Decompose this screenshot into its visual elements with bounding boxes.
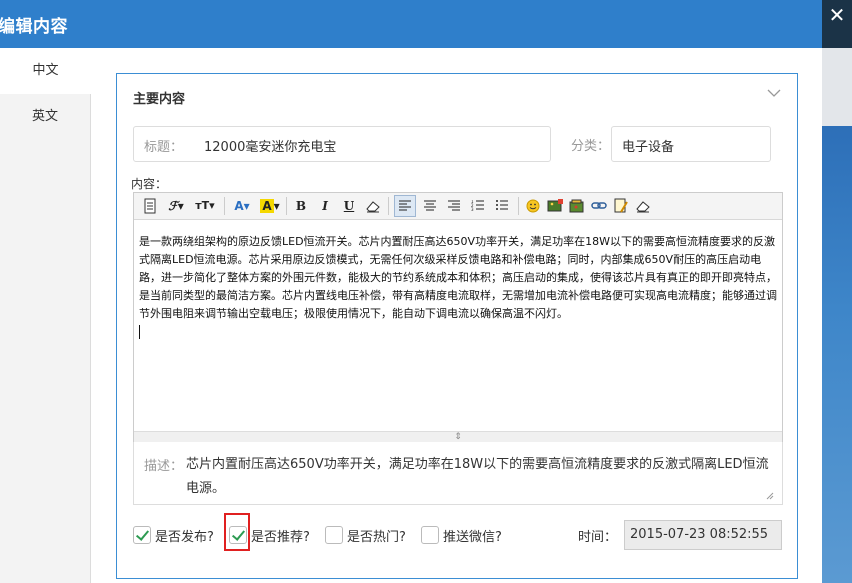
time-input[interactable]: 2015-07-23 08:52:55 [624,520,782,550]
card-title: 主要内容 [133,92,186,107]
editor-body-text: 是一款两绕组架构的原边反馈LED恒流开关。芯片内置耐压高达650V功率开关，满足… [139,235,777,320]
language-sidebar: 中文 英文 [0,48,91,583]
title-field-label: 标题： [144,140,184,155]
italic-icon[interactable]: I [316,196,334,216]
category-input[interactable]: 电子设备 [611,126,771,162]
title-field[interactable]: 标题： 12000毫安迷你充电宝 [133,126,551,162]
content-label: 内容： [131,177,168,191]
description-field[interactable]: 描述： 芯片内置耐压高达650V功率开关，满足功率在18W以下的需要高恒流精度要… [133,442,783,505]
editor-content[interactable]: 是一款两绕组架构的原边反馈LED恒流开关。芯片内置耐压高达650V功率开关，满足… [139,233,779,339]
font-family-icon[interactable]: ℱ▾ [164,196,188,216]
align-left-icon[interactable] [394,195,416,217]
multi-image-icon[interactable] [568,196,586,216]
resize-grip-icon[interactable] [766,492,774,500]
clear-format-icon[interactable] [634,196,652,216]
title-input[interactable]: 12000毫安迷你充电宝 [204,136,336,155]
description-label: 描述： [144,459,184,474]
dialog-title: 编辑内容 [0,17,68,37]
publish-checkbox[interactable] [133,526,151,544]
time-value: 2015-07-23 08:52:55 [630,527,769,542]
tab-english[interactable]: 英文 [0,94,90,140]
chevron-down-icon[interactable] [767,86,781,100]
toolbar-separator [388,197,389,215]
image-icon[interactable] [546,196,564,216]
category-value: 电子设备 [622,140,675,155]
hot-label: 是否热门? [347,530,406,545]
toolbar-separator [224,197,225,215]
description-value[interactable]: 芯片内置耐压高达650V功率开关，满足功率在18W以下的需要高恒流精度要求的反激… [186,453,772,501]
wechat-label: 推送微信? [443,530,502,545]
pagebreak-icon[interactable] [612,196,630,216]
align-right-icon[interactable] [444,196,464,216]
check-icon [135,527,150,541]
text-caret [139,325,140,339]
recommend-label: 是否推荐? [251,530,310,545]
editor-toolbar: ℱ▾ тT▾ A▾ A ▾ B I U 123 [134,193,782,220]
bold-icon[interactable]: B [292,196,310,216]
toolbar-separator [286,197,287,215]
ordered-list-icon[interactable]: 123 [468,196,488,216]
unordered-list-icon[interactable] [492,196,512,216]
dialog-header: 编辑内容 [0,0,822,48]
background-color-icon[interactable]: A ▾ [258,196,282,216]
align-center-icon[interactable] [420,196,440,216]
recommend-checkbox[interactable] [229,526,247,544]
background-image [822,126,852,583]
link-icon[interactable] [590,196,608,216]
hot-checkbox[interactable] [325,526,343,544]
background-page-strip [822,0,852,583]
main-content-card: 主要内容 标题： 12000毫安迷你充电宝 分类： 电子设备 内容： ℱ▾ тT… [116,73,798,579]
tab-chinese[interactable]: 中文 [0,48,91,94]
publish-label: 是否发布? [155,530,214,545]
font-color-icon[interactable]: A▾ [230,196,254,216]
time-label: 时间： [578,530,618,545]
eraser-icon[interactable] [364,196,382,216]
close-button[interactable]: ✕ [826,4,848,26]
svg-text:3: 3 [471,207,474,212]
font-size-icon[interactable]: тT▾ [192,196,218,216]
check-icon [231,527,246,541]
rich-text-editor[interactable]: ℱ▾ тT▾ A▾ A ▾ B I U 123 是一款两绕组架构的原边反馈LED… [133,192,783,444]
source-icon[interactable] [140,196,160,216]
category-label: 分类： [571,139,611,154]
underline-icon[interactable]: U [340,196,358,216]
wechat-checkbox[interactable] [421,526,439,544]
emoticon-icon[interactable] [524,196,542,216]
toolbar-separator [518,197,519,215]
